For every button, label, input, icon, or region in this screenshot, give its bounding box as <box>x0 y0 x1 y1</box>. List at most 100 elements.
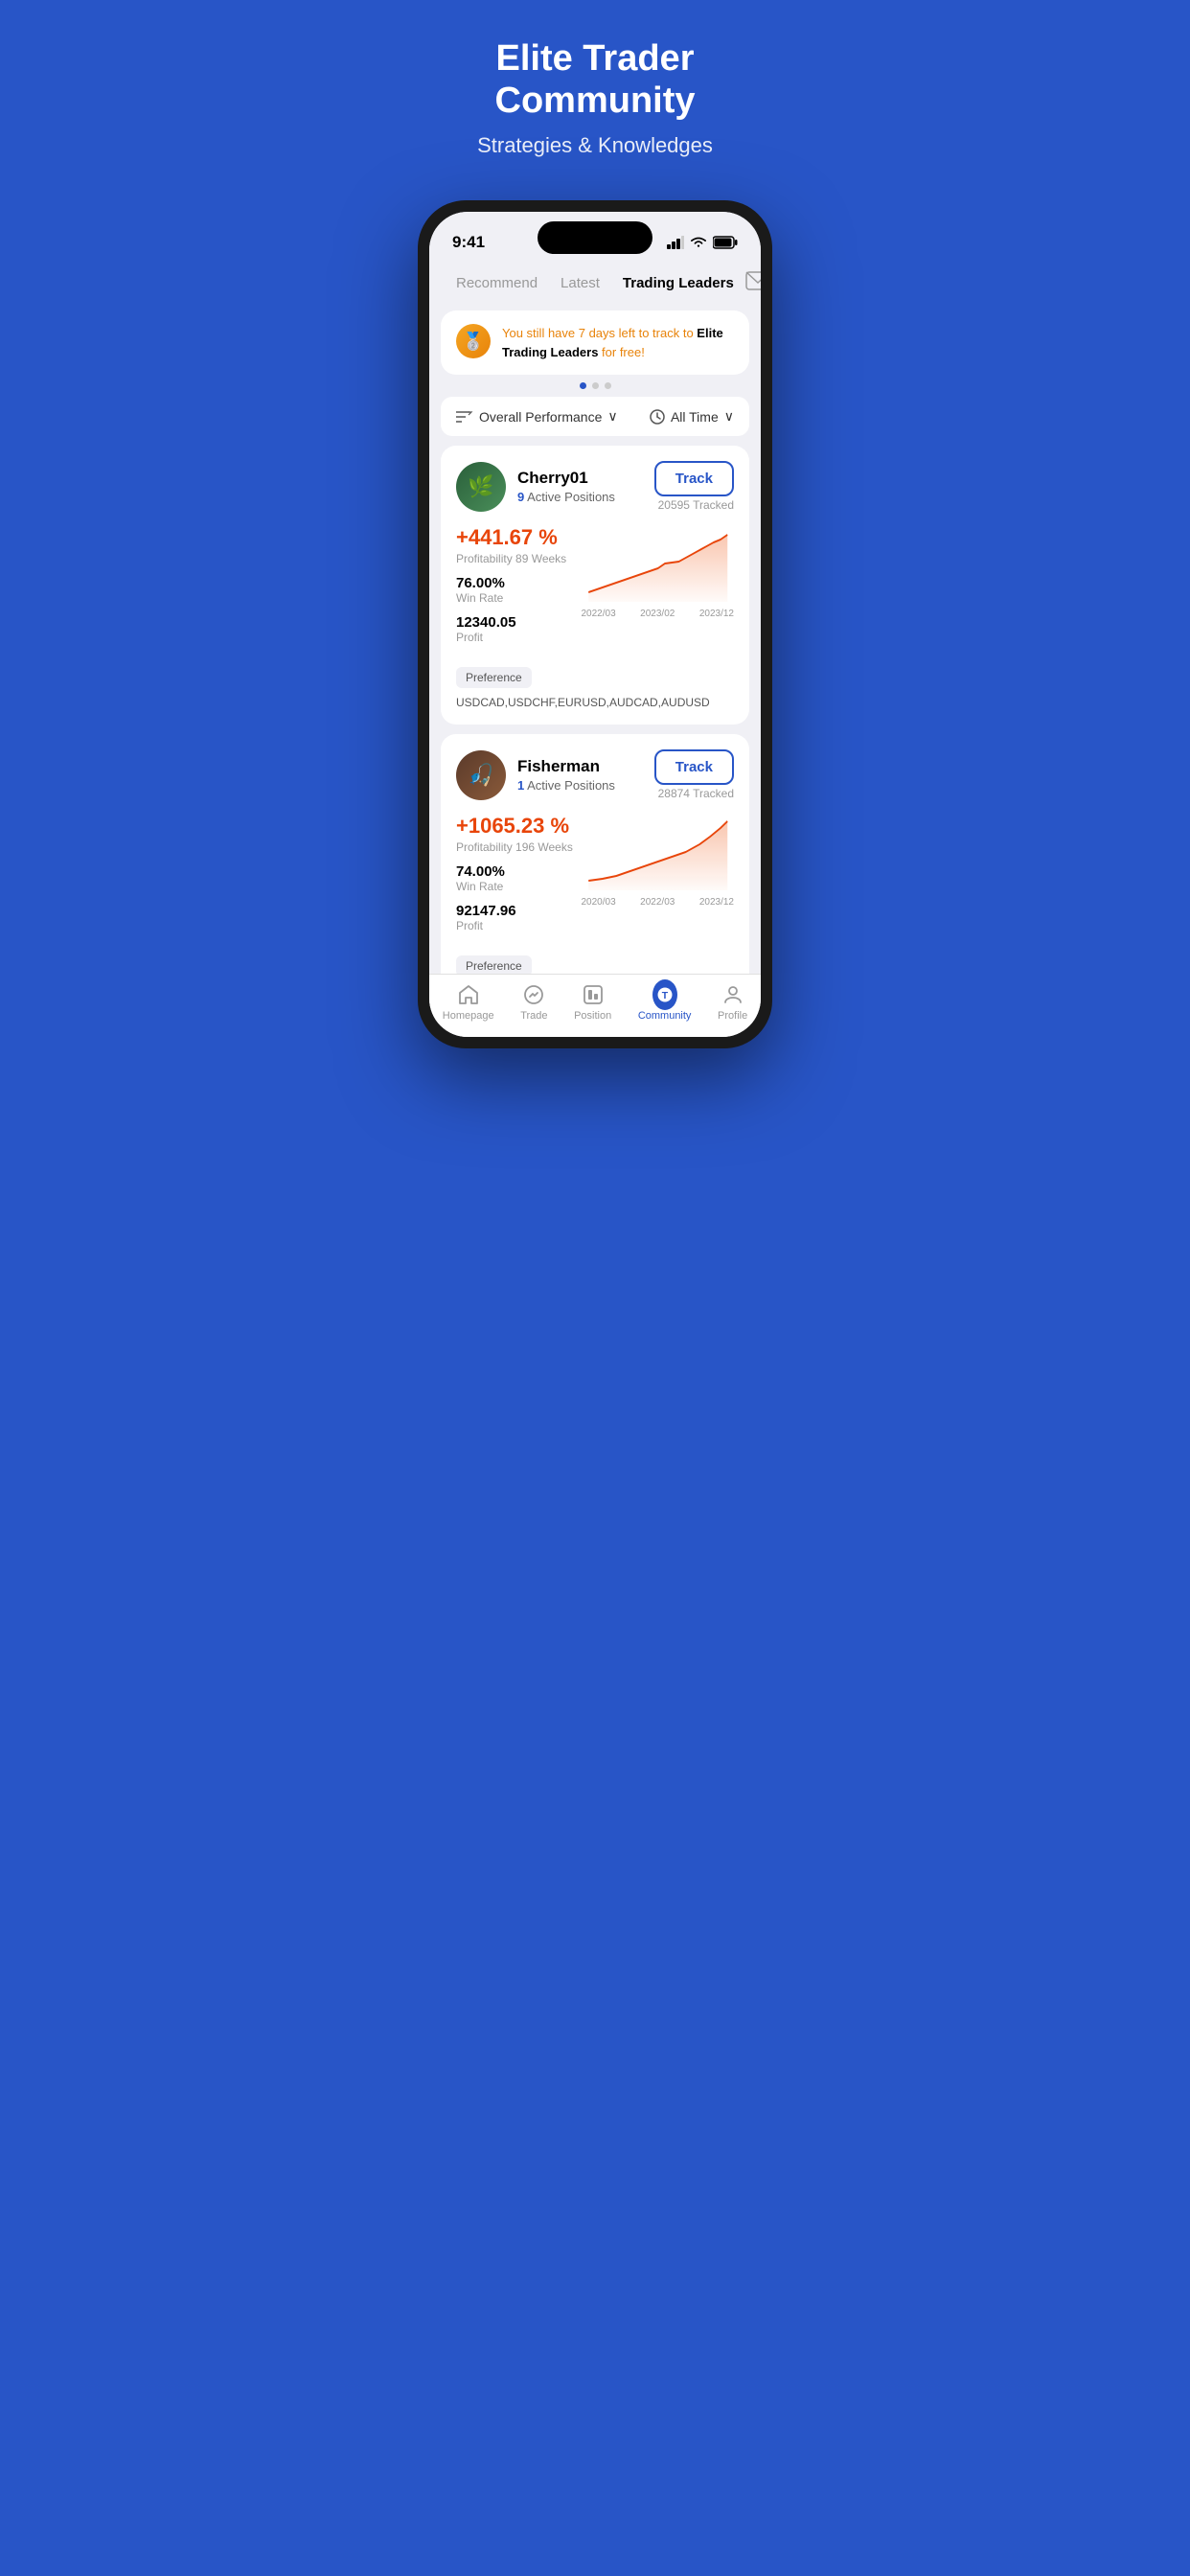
win-rate-cherry01: 76.00% <box>456 575 582 591</box>
dynamic-island <box>538 221 652 254</box>
dot-2 <box>605 382 611 389</box>
trader-card-cherry01: 🌿 Cherry01 9 Active Positions Track 2059… <box>441 446 749 724</box>
nav-homepage[interactable]: Homepage <box>443 982 494 1022</box>
trader-card-fisherman: 🎣 Fisherman 1 Active Positions Track 288… <box>441 734 749 974</box>
svg-text:T: T <box>661 990 668 1001</box>
sort-icon <box>456 410 473 424</box>
filter-time[interactable]: All Time ∨ <box>650 408 734 425</box>
tab-trading-leaders[interactable]: Trading Leaders <box>611 271 745 295</box>
avatar-cherry01: 🌿 <box>456 462 506 512</box>
trader-header-cherry01: 🌿 Cherry01 9 Active Positions Track 2059… <box>456 461 734 512</box>
chart-label-1: 2023/02 <box>640 609 675 619</box>
phone-inner: 9:41 <box>429 212 761 1037</box>
nav-profile[interactable]: Profile <box>718 982 747 1022</box>
filter-sort[interactable]: Overall Performance ∨ <box>456 408 618 425</box>
active-label-cherry01: Active Positions <box>527 490 615 504</box>
nav-position-label: Position <box>574 1010 611 1022</box>
profitability-cherry01: +441.67 % <box>456 525 582 550</box>
nav-profile-label: Profile <box>718 1010 747 1022</box>
trader-header-fisherman: 🎣 Fisherman 1 Active Positions Track 288… <box>456 749 734 800</box>
nav-position[interactable]: Position <box>574 982 611 1022</box>
phone-frame: 9:41 <box>418 200 772 1048</box>
time-label: All Time <box>671 409 719 425</box>
trader-name-cherry01: Cherry01 <box>517 469 643 488</box>
profitability-label-fisherman: Profitability 196 Weeks <box>456 840 582 854</box>
preference-badge-cherry01: Preference <box>456 667 532 688</box>
chart-fisherman: 2020/03 2022/03 2023/12 <box>582 814 735 909</box>
banner-text-start: You still have 7 days left to track to <box>502 326 697 340</box>
tab-latest[interactable]: Latest <box>549 271 611 295</box>
trader-info-cherry01: Cherry01 9 Active Positions <box>517 469 643 504</box>
position-icon <box>581 982 606 1007</box>
chart-cherry01: 2022/03 2023/02 2023/12 <box>582 525 735 621</box>
win-rate-fisherman: 74.00% <box>456 863 582 880</box>
dot-active <box>580 382 586 389</box>
nav-homepage-label: Homepage <box>443 1010 494 1022</box>
preference-badge-fisherman: Preference <box>456 955 532 974</box>
active-count-cherry01: 9 <box>517 490 524 504</box>
preference-row-fisherman: Preference AUDCAD,GBPCAD,GBPAUD,EURGBP,N… <box>456 955 734 974</box>
filter-row[interactable]: Overall Performance ∨ All Time ∨ <box>441 397 749 436</box>
profile-icon <box>721 982 745 1007</box>
trader-positions-fisherman: 1 Active Positions <box>517 778 643 793</box>
clock-icon <box>650 409 665 425</box>
profitability-label-cherry01: Profitability 89 Weeks <box>456 552 582 565</box>
chart-label-0: 2022/03 <box>582 609 616 619</box>
trader-track-col-fisherman: Track 28874 Tracked <box>654 749 734 800</box>
wifi-icon <box>690 236 707 249</box>
track-button-fisherman[interactable]: Track <box>654 749 734 785</box>
trader-track-col-cherry01: Track 20595 Tracked <box>654 461 734 512</box>
mail-button[interactable] <box>745 271 761 295</box>
trader-positions-cherry01: 9 Active Positions <box>517 490 643 504</box>
active-label-fisherman: Active Positions <box>527 778 615 793</box>
trader-stats-fisherman: +1065.23 % Profitability 196 Weeks 74.00… <box>456 814 582 942</box>
nav-trade[interactable]: Trade <box>520 982 547 1022</box>
tracked-count-cherry01: 20595 Tracked <box>658 498 734 512</box>
profitability-fisherman: +1065.23 % <box>456 814 582 839</box>
chart-label-2: 2023/12 <box>699 609 734 619</box>
chart-labels-fisherman: 2020/03 2022/03 2023/12 <box>582 897 735 908</box>
banner-text-end: for free! <box>598 345 644 359</box>
avatar-fisherman: 🎣 <box>456 750 506 800</box>
hero-section: Elite Trader Community Strategies & Know… <box>397 0 793 200</box>
trader-info-fisherman: Fisherman 1 Active Positions <box>517 757 643 793</box>
chart-labels-cherry01: 2022/03 2023/02 2023/12 <box>582 609 735 619</box>
tab-recommend[interactable]: Recommend <box>445 271 549 295</box>
phone-wrapper: 9:41 <box>397 200 793 1048</box>
community-icon: T <box>652 982 677 1007</box>
track-button-cherry01[interactable]: Track <box>654 461 734 496</box>
active-count-fisherman: 1 <box>517 778 524 793</box>
nav-community[interactable]: T Community <box>638 982 692 1022</box>
trader-body-fisherman: +1065.23 % Profitability 196 Weeks 74.00… <box>456 814 734 942</box>
trade-icon <box>521 982 546 1007</box>
hero-subtitle: Strategies & Knowledges <box>425 133 765 158</box>
mail-icon <box>745 271 761 290</box>
status-icons <box>667 236 738 249</box>
chart-label-f0: 2020/03 <box>582 897 616 908</box>
dot-1 <box>592 382 599 389</box>
preference-values-cherry01: USDCAD,USDCHF,EURUSD,AUDCAD,AUDUSD <box>456 696 710 709</box>
signal-icon <box>667 236 684 249</box>
trader-stats-cherry01: +441.67 % Profitability 89 Weeks 76.00% … <box>456 525 582 654</box>
banner-icon: 🥈 <box>456 324 491 358</box>
home-icon <box>456 982 481 1007</box>
battery-icon <box>713 236 738 249</box>
sort-label: Overall Performance <box>479 409 602 425</box>
nav-tabs: Recommend Latest Trading Leaders <box>429 260 761 303</box>
profit-fisherman: 92147.96 <box>456 903 582 919</box>
win-rate-label-cherry01: Win Rate <box>456 591 582 605</box>
nav-trade-label: Trade <box>520 1010 547 1022</box>
win-rate-label-fisherman: Win Rate <box>456 880 582 893</box>
scroll-area[interactable]: 🥈 You still have 7 days left to track to… <box>429 303 761 974</box>
profit-cherry01: 12340.05 <box>456 614 582 631</box>
status-bar: 9:41 <box>429 212 761 260</box>
profit-label-fisherman: Profit <box>456 919 582 932</box>
banner-dots <box>429 382 761 389</box>
chart-label-f2: 2023/12 <box>699 897 734 908</box>
tracked-count-fisherman: 28874 Tracked <box>658 787 734 800</box>
nav-community-label: Community <box>638 1010 692 1022</box>
status-time: 9:41 <box>452 233 485 252</box>
bottom-nav: Homepage Trade <box>429 974 761 1037</box>
banner-card: 🥈 You still have 7 days left to track to… <box>441 310 749 375</box>
sort-chevron: ∨ <box>607 408 617 425</box>
